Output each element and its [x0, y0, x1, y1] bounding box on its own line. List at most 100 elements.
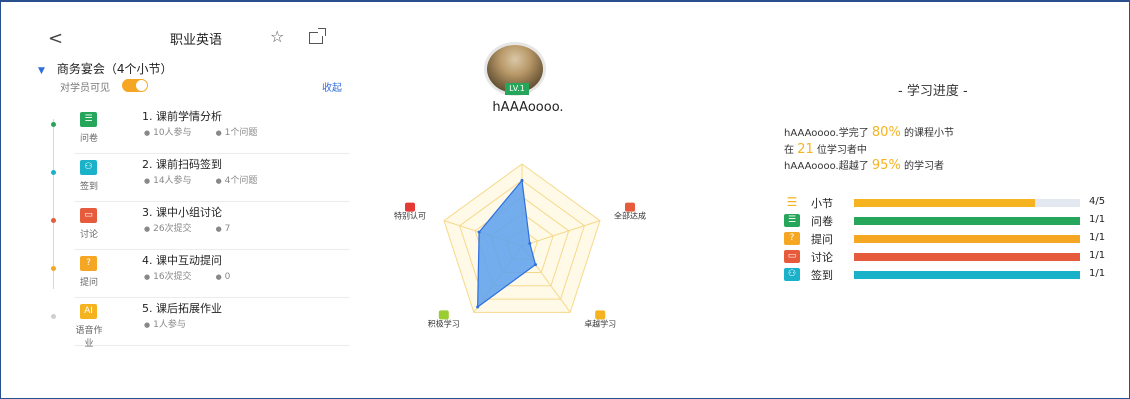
activity-item[interactable]: ⚇ 签到 2. 课前扫码签到 ● 14人参与 ● 4个问题 — [74, 154, 350, 202]
radar-axis-label: 特别认可 — [394, 211, 426, 221]
questionnaire-icon: ☰ — [80, 112, 97, 127]
calendar-check-icon — [624, 202, 635, 212]
progress-label: 小节 — [811, 197, 833, 210]
stat-text: 0 — [224, 272, 231, 282]
activity-meta: ● 16次提交 ● 0 — [144, 269, 254, 282]
activity-item[interactable]: AI 语音作业 5. 课后拓展作业 ● 1人参与 — [74, 298, 350, 349]
person-icon: ● — [144, 129, 151, 137]
stat-text: 26次提交 — [153, 224, 192, 234]
summary-line: 在 21 位学习者中 — [784, 141, 867, 157]
activity-meta: ● 14人参与 ● 4个问题 — [144, 173, 281, 186]
timeline-dot — [51, 170, 56, 175]
summary-text: 的学习者 — [900, 161, 944, 172]
discussion-icon: ▭ — [80, 208, 97, 223]
progress-label: 讨论 — [811, 251, 833, 264]
activity-name: 5. 课后拓展作业 — [142, 302, 222, 315]
timeline-dot — [51, 314, 56, 319]
progress-fill — [854, 235, 1080, 243]
progress-value: 4/5 — [1089, 196, 1106, 207]
star-outline-icon[interactable]: ☆ — [270, 27, 284, 46]
activity-stat: ● 14人参与 — [144, 176, 204, 186]
question-icon: ? — [784, 232, 800, 245]
activity-stat: ● 7 — [216, 224, 243, 234]
radar-axis-label: 积极学习 — [428, 318, 460, 328]
summary-text: hAAAoooo.学完了 — [784, 128, 872, 139]
progress-value: 1/1 — [1089, 268, 1106, 279]
stat-text: 7 — [224, 224, 231, 234]
visible-label: 对学员可见 — [60, 83, 110, 94]
timeline-dot — [51, 218, 56, 223]
checkin-icon: ⚇ — [784, 268, 800, 281]
activity-meta: ● 26次提交 ● 7 — [144, 221, 254, 234]
progress-value: 1/1 — [1089, 214, 1106, 225]
progress-value: 1/1 — [1089, 250, 1106, 261]
page-title: 职业英语 — [170, 33, 223, 48]
progress-row: ☰ 小节 4/5 — [784, 196, 1114, 211]
stat-text: 4个问题 — [224, 176, 258, 186]
progress-row: ⚇ 签到 1/1 — [784, 268, 1114, 282]
thumbs-up-icon: ● — [215, 225, 222, 233]
progress-fill — [854, 253, 1080, 261]
activity-item[interactable]: ? 提问 4. 课中互动提问 ● 16次提交 ● 0 — [74, 250, 350, 298]
stat-text: 1个问题 — [224, 128, 258, 138]
progress-label: 问卷 — [811, 215, 833, 228]
radar-data-point — [477, 230, 481, 234]
level-badge: LV.1 — [505, 83, 529, 95]
activity-name: 3. 课中小组讨论 — [142, 206, 222, 219]
section-title: 商务宴会（4个小节） — [56, 62, 173, 76]
progress-value: 1/1 — [1089, 232, 1106, 243]
chevron-left-icon[interactable]: < — [48, 28, 63, 49]
toggle-knob — [136, 80, 147, 91]
progress-track — [854, 199, 1080, 207]
questionnaire-icon: ☰ — [784, 214, 800, 227]
activity-type: 签到 — [79, 182, 98, 192]
header-bar: < 职业英语 ☆ — [30, 24, 350, 54]
progress-row: ▭ 讨论 1/1 — [784, 250, 1114, 264]
heart-icon — [405, 202, 416, 212]
summary-highlight: 80% — [871, 125, 901, 140]
visibility-toggle[interactable] — [122, 79, 148, 92]
comment-icon: ● — [215, 177, 222, 185]
progress-track — [854, 235, 1080, 243]
activity-meta: ● 10人参与 ● 1个问题 — [144, 125, 281, 138]
summary-text: 在 — [784, 145, 798, 156]
person-icon: ● — [144, 321, 151, 329]
radar-data-point — [533, 263, 537, 267]
comment-icon: ● — [215, 129, 222, 137]
activity-name: 4. 课中互动提问 — [142, 254, 222, 267]
question-icon: ? — [80, 256, 97, 271]
caret-down-icon[interactable]: ▼ — [38, 66, 45, 76]
person-icon: ● — [144, 177, 151, 185]
section-header[interactable]: ▼ 商务宴会（4个小节） — [38, 60, 173, 77]
activity-item[interactable]: ☰ 问卷 1. 课前学情分析 ● 10人参与 ● 1个问题 — [74, 106, 350, 154]
radar-axis-label: 卓越学习 — [584, 318, 616, 328]
activity-stat: ● 0 — [216, 272, 243, 282]
submit-icon: ● — [144, 225, 151, 233]
timeline-dot — [51, 122, 56, 127]
submit-icon: ● — [144, 273, 151, 281]
stat-text: 10人参与 — [153, 128, 192, 138]
progress-label: 提问 — [811, 233, 833, 246]
radar-chart: 完成学习全部达成卓越学习积极学习特别认可 — [394, 163, 646, 328]
progress-fill — [854, 199, 1035, 207]
radar-data-point — [528, 241, 532, 245]
progress-row: ☰ 问卷 1/1 — [784, 214, 1114, 228]
trophy-icon — [595, 310, 606, 320]
radar-data-point — [476, 305, 480, 309]
activity-stat: ● 26次提交 — [144, 224, 204, 234]
activity-type: 语音作业 — [75, 326, 103, 349]
summary-highlight: 95% — [871, 158, 901, 173]
progress-fill — [854, 217, 1080, 225]
progress-track — [854, 253, 1080, 261]
activity-item[interactable]: ▭ 讨论 3. 课中小组讨论 ● 26次提交 ● 7 — [74, 202, 350, 250]
progress-track — [854, 271, 1080, 279]
share-icon[interactable] — [309, 28, 326, 44]
radar-axis-label: 全部达成 — [614, 211, 646, 221]
collapse-link[interactable]: 收起 — [322, 79, 342, 94]
progress-fill — [854, 271, 1080, 279]
summary-text: 位学习者中 — [813, 145, 867, 156]
activity-stat: ● 1人参与 — [144, 320, 198, 330]
progress-label: 签到 — [811, 269, 833, 282]
stat-text: 14人参与 — [153, 176, 192, 186]
activity-type: 问卷 — [79, 134, 98, 144]
